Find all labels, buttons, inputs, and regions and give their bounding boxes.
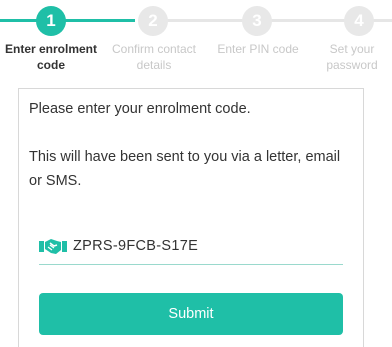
handshake-icon [39, 239, 67, 254]
step-3-label: Enter PIN code [217, 42, 299, 56]
step-4-circle: 4 [344, 6, 374, 36]
step-2-circle: 2 [138, 6, 168, 36]
step-3-circle: 3 [242, 6, 272, 36]
enrolment-card: Please enter your enrolment code. This w… [18, 88, 364, 347]
progress-stepper: 1 2 3 4 Enter enrolment code Confirm con… [0, 0, 392, 92]
instruction-line-1: Please enter your enrolment code. [29, 101, 251, 117]
enrolment-code-value: ZPRS-9FCB-S17E [73, 238, 199, 254]
step-line-1-2 [55, 19, 135, 22]
step-4-label: Set your password [326, 42, 378, 72]
step-line-leading [0, 19, 40, 22]
enrolment-page: 1 2 3 4 Enter enrolment code Confirm con… [0, 0, 392, 347]
instruction-line-2: This will have been sent to you via a le… [29, 149, 341, 189]
step-line-3-4 [265, 19, 350, 22]
submit-button[interactable]: Submit [39, 293, 343, 335]
step-1-circle: 1 [36, 6, 66, 36]
enrolment-code-field[interactable]: ZPRS-9FCB-S17E [39, 236, 343, 265]
step-1-label: Enter enrolment code [4, 42, 97, 72]
instructions: Please enter your enrolment code. This w… [29, 97, 354, 193]
step-2-label: Confirm contact details [111, 42, 197, 72]
